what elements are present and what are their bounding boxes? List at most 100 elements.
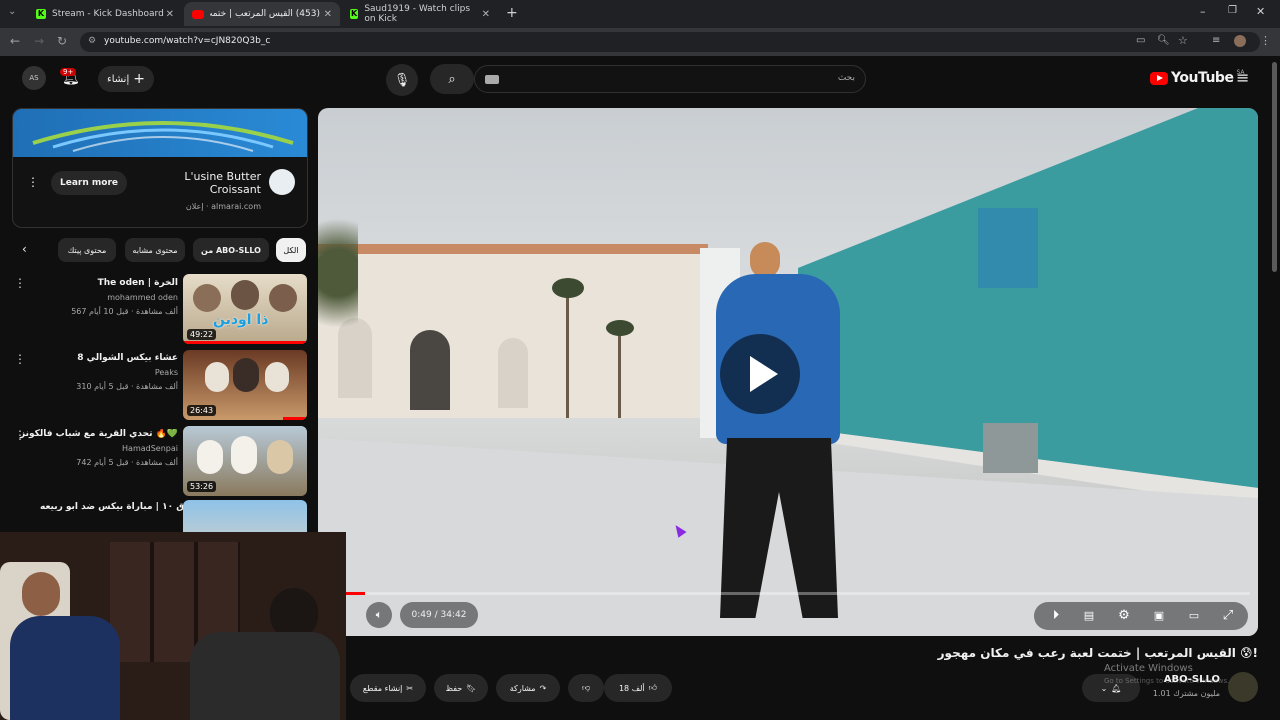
search-button[interactable]: ⌕: [430, 64, 474, 94]
cast-icon[interactable]: ▭: [1136, 35, 1145, 46]
save-label: حفظ: [445, 683, 463, 693]
new-tab-icon[interactable]: +: [506, 5, 518, 21]
microphone-icon: 🎙︎: [393, 72, 411, 88]
subscriber-count: 1.01 مليون مشترك: [1152, 689, 1220, 698]
video-meta: 567 ألف مشاهدة · قبل 10 أيام: [71, 307, 178, 316]
zoom-icon[interactable]: 🔍︎: [1157, 35, 1170, 46]
video-title: عشاء بيكس الشوالي 8: [77, 353, 178, 363]
video-thumbnail[interactable]: [183, 500, 307, 532]
save-button[interactable]: حفظ 🔖︎: [434, 674, 488, 702]
account-avatar[interactable]: AS: [22, 66, 46, 90]
video-thumbnail[interactable]: ذا اودين 49:22: [183, 274, 307, 344]
webcam-person-body: [10, 616, 120, 720]
video-title: القيس المرتعب | ختمت لعبة رعب في مكان مه…: [937, 646, 1258, 660]
back-icon[interactable]: ←: [10, 34, 20, 48]
site-info-icon[interactable]: ⚙: [88, 36, 96, 46]
subtitles-icon[interactable]: ▤: [1077, 606, 1101, 626]
cast-to-tv-icon[interactable]: ▭: [1182, 606, 1206, 626]
channel-avatar[interactable]: [1228, 672, 1258, 702]
forward-icon[interactable]: →: [34, 34, 44, 48]
list-item[interactable]: طرق ١٠ | مباراة بيكس ضد ابو ربيعه ⚽: [0, 498, 312, 532]
restore-icon[interactable]: ❐: [1228, 5, 1237, 16]
kick-icon: K: [350, 9, 359, 19]
webcam-person-body: [190, 632, 340, 720]
watched-progress-bar: [283, 417, 307, 420]
scene-person-head: [750, 242, 780, 278]
ad-banner-graphic: [32, 121, 294, 152]
voice-search-button[interactable]: 🎙︎: [386, 64, 418, 96]
webcam-person-head: [22, 572, 60, 616]
tab-kick-clips[interactable]: K Saud1919 - Watch clips on Kick ✕: [342, 2, 498, 26]
thumbnail-person: [231, 436, 257, 474]
close-icon[interactable]: ✕: [324, 9, 332, 20]
play-icon: [750, 356, 778, 392]
page-scrollbar[interactable]: [1272, 62, 1277, 272]
fullscreen-icon[interactable]: ⤢: [1216, 606, 1240, 626]
tab-kick-dashboard[interactable]: K Stream - Kick Dashboard ✕: [28, 2, 182, 26]
logo-text: YouTube: [1171, 70, 1234, 86]
plus-icon: +: [133, 71, 145, 87]
learn-more-button[interactable]: Learn more: [51, 171, 127, 195]
tab-title: (453) القيس المرتعب | ختمت لعـ: [210, 9, 320, 19]
clip-label: إنشاء مقطع: [362, 683, 403, 693]
miniplayer-icon[interactable]: ▣: [1147, 606, 1171, 626]
time-display: 0:49 / 34:42: [400, 602, 478, 628]
progress-bar[interactable]: [344, 592, 1250, 595]
settings-gear-icon[interactable]: ⚙: [1112, 606, 1136, 626]
chip-from-channel[interactable]: من ABO-SLLO: [193, 238, 269, 262]
ad-more-options-icon[interactable]: ⋮: [27, 175, 39, 189]
video-player[interactable]: 🔈︎ 0:49 / 34:42: [318, 108, 1258, 636]
ad-card[interactable]: L'usine Butter Croissant إعلان · almarai…: [12, 108, 308, 228]
thumbnail-person: [267, 440, 293, 474]
tab-search-icon[interactable]: ⌄: [8, 6, 16, 17]
like-count: 18 ألف: [618, 683, 645, 693]
keyboard-icon[interactable]: [485, 75, 499, 84]
like-button[interactable]: 18 ألف 👍︎: [604, 674, 672, 702]
chip-for-you[interactable]: محتوى پيتك: [58, 238, 116, 262]
chip-all[interactable]: الكل: [276, 238, 306, 262]
thumbnail-person: [233, 358, 259, 392]
search-input[interactable]: بحث: [474, 65, 866, 93]
autoplay-toggle-icon[interactable]: ⏵: [1044, 606, 1068, 626]
list-item[interactable]: ⋮ The oden | الخرة mohammed oden 567 ألف…: [0, 272, 312, 350]
video-channel: HamadSenpai: [122, 444, 178, 453]
youtube-logo[interactable]: YouTube SA: [1150, 69, 1244, 86]
video-thumbnail[interactable]: 26:43: [183, 350, 307, 420]
thumbnail-person: [205, 362, 229, 392]
browser-menu-icon[interactable]: ⋮: [1260, 34, 1271, 47]
share-button[interactable]: مشاركة ↷: [496, 674, 560, 702]
tab-title: Saud1919 - Watch clips on Kick: [364, 4, 471, 24]
list-item[interactable]: ⋮ تحدي القرية مع شباب فالكونز 🔥💚 HamadSe…: [0, 424, 312, 496]
bookmark-star-icon[interactable]: ☆: [1178, 34, 1188, 47]
ad-title-line2: Croissant: [209, 183, 261, 196]
create-button[interactable]: إنشاء +: [98, 66, 154, 92]
hamburger-menu-icon[interactable]: ≡: [1236, 68, 1249, 87]
url-text: youtube.com/watch?v=cJN820Q3b_c: [104, 36, 271, 46]
minimize-icon[interactable]: –: [1200, 5, 1206, 18]
profile-avatar[interactable]: [1234, 35, 1246, 47]
close-window-icon[interactable]: ✕: [1256, 5, 1265, 18]
close-icon[interactable]: ✕: [482, 9, 490, 20]
video-thumbnail[interactable]: 53:26: [183, 426, 307, 496]
activate-windows-watermark: Activate Windows: [1104, 663, 1193, 674]
reload-icon[interactable]: ↻: [57, 34, 67, 48]
play-button[interactable]: [720, 334, 800, 414]
kick-icon: K: [36, 9, 46, 19]
clip-button[interactable]: إنشاء مقطع ✂: [350, 674, 426, 702]
thumbnail-person: [197, 440, 223, 474]
dislike-button[interactable]: 👎︎: [568, 674, 604, 702]
list-item[interactable]: ⋮ عشاء بيكس الشوالي 8 Peaks 310 ألف مشاه…: [0, 348, 312, 420]
close-icon[interactable]: ✕: [166, 9, 174, 20]
media-icon[interactable]: ≡: [1212, 35, 1220, 46]
chevron-left-icon[interactable]: ‹: [22, 242, 27, 256]
chip-related[interactable]: محتوى مشابه: [125, 238, 185, 262]
thumbnail-caption: ذا اودين: [213, 312, 269, 328]
tab-youtube-video[interactable]: (453) القيس المرتعب | ختمت لعـ ✕: [184, 2, 340, 26]
volume-button[interactable]: 🔈︎: [366, 602, 392, 628]
share-icon: ↷: [539, 683, 547, 693]
video-title: The oden | الخرة: [97, 278, 178, 288]
watched-progress-bar: [183, 341, 307, 344]
bookmark-icon: 🔖︎: [466, 683, 477, 693]
scissors-icon: ✂: [406, 683, 414, 693]
video-meta: 742 ألف مشاهدة · قبل 5 أيام: [76, 458, 178, 467]
